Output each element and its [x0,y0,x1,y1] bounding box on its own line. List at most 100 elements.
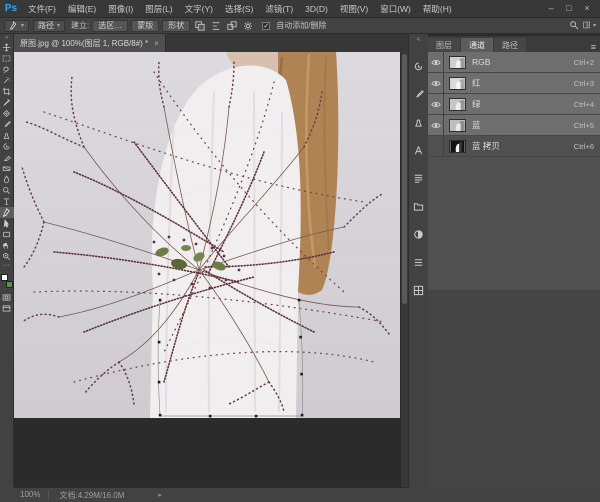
document-tab[interactable]: 原图.jpg @ 100%(图层 1, RGB/8#) * × [14,34,166,52]
visibility-toggle[interactable] [428,52,444,73]
channel-row-red[interactable]: 红 Ctrl+3 [428,73,600,94]
eye-icon [431,59,441,66]
make-shape-button[interactable]: 形状 [162,20,190,32]
spot-healing-brush-tool[interactable] [0,108,14,119]
path-selection-tool[interactable] [0,218,14,229]
paragraph-panel-button[interactable] [411,170,427,186]
menu-image[interactable]: 图像(I) [102,0,139,18]
crop-tool[interactable] [0,86,14,97]
pen-settings-button[interactable] [241,20,254,32]
edit-toolbar-button[interactable]: ··· [3,262,10,271]
quick-selection-tool[interactable] [0,75,14,86]
channel-row-blue-copy[interactable]: 蓝 拷贝 Ctrl+6 [428,136,600,157]
expand-panels-icon[interactable]: « [417,34,421,46]
tab-paths[interactable]: 路径 [494,38,526,52]
menu-help[interactable]: 帮助(H) [417,0,458,18]
channel-name: 绿 [472,98,574,110]
swatches-panel-button[interactable] [411,282,427,298]
channel-row-green[interactable]: 绿 Ctrl+4 [428,94,600,115]
close-button[interactable]: × [578,0,596,17]
type-tool[interactable] [0,196,14,207]
zoom-level-field[interactable]: 100% [14,490,49,500]
scrollbar-thumb[interactable] [402,54,407,304]
foreground-color-swatch[interactable] [1,274,8,281]
maximize-button[interactable]: □ [560,0,578,17]
search-button[interactable] [567,19,580,31]
tab-close-icon[interactable]: × [154,39,159,48]
channel-row-blue[interactable]: 蓝 Ctrl+5 [428,115,600,136]
adjustments-panel-button[interactable] [411,226,427,242]
menu-file[interactable]: 文件(F) [22,0,62,18]
tab-layers[interactable]: 图层 [428,38,460,52]
hand-tool[interactable] [0,240,14,251]
pen-tool[interactable] [0,207,14,218]
canvas-area[interactable] [14,52,408,487]
status-flyout-arrow-icon[interactable]: ▸ [158,491,162,499]
dodge-tool[interactable] [0,185,14,196]
channel-thumbnail [449,98,466,111]
menu-window[interactable]: 窗口(W) [374,0,417,18]
brush-tool[interactable] [0,119,14,130]
move-tool[interactable] [0,42,14,53]
path-arrangement-button[interactable] [225,20,238,32]
eyedropper-tool[interactable] [0,97,14,108]
chevron-down-icon: ▾ [21,22,24,29]
eye-icon [431,80,441,87]
menu-select[interactable]: 选择(S) [219,0,259,18]
menu-3d[interactable]: 3D(D) [299,0,334,18]
brush-panel-button[interactable] [411,86,427,102]
channel-row-rgb[interactable]: RGB Ctrl+2 [428,52,600,73]
visibility-toggle[interactable] [428,94,444,115]
menu-view[interactable]: 视图(V) [334,0,374,18]
make-selection-button[interactable]: 选区… [92,20,128,32]
minimize-button[interactable]: – [542,0,560,17]
auto-add-delete-checkbox[interactable]: ✓ [262,22,270,30]
gear-icon [243,21,253,31]
make-mask-button[interactable]: 蒙版 [131,20,159,32]
history-panel-button[interactable] [411,58,427,74]
vertical-scrollbar[interactable] [401,52,408,487]
quick-mask-button[interactable] [0,292,14,303]
panel-menu-icon[interactable]: ≡ [591,42,600,52]
menu-edit[interactable]: 编辑(E) [62,0,102,18]
status-bar: 100% 文档:4.29M/16.0M ▸ [14,487,408,502]
lasso-tool[interactable] [0,64,14,75]
menu-filter[interactable]: 滤镜(T) [259,0,299,18]
libraries-panel-button[interactable] [411,198,427,214]
menu-layer[interactable]: 图层(L) [139,0,178,18]
channel-shortcut: Ctrl+3 [574,79,600,88]
screen-mode-button[interactable] [0,303,14,314]
auto-add-delete-label: 自动添加/删除 [276,20,326,31]
toolbar-collapse-icon[interactable]: » [5,34,8,42]
eraser-tool[interactable] [0,152,14,163]
clone-stamp-tool[interactable] [0,130,14,141]
eye-icon [431,101,441,108]
history-brush-tool[interactable] [0,141,14,152]
zoom-tool[interactable] [0,251,14,262]
color-swatches [1,274,13,288]
path-operations-button[interactable] [193,20,206,32]
dock-empty-area [428,290,600,487]
visibility-toggle[interactable] [428,73,444,94]
character-panel-button[interactable] [411,142,427,158]
tab-channels[interactable]: 通道 [461,38,493,52]
marquee-tool[interactable] [0,53,14,64]
blur-tool[interactable] [0,174,14,185]
title-menu-bar: Ps 文件(F) 编辑(E) 图像(I) 图层(L) 文字(Y) 选择(S) 滤… [0,0,600,18]
document-tab-bar: 原图.jpg @ 100%(图层 1, RGB/8#) * × [14,34,408,52]
channel-name: 红 [472,77,574,89]
visibility-toggle[interactable] [428,115,444,136]
clone-source-panel-button[interactable] [411,114,427,130]
tool-preset-picker[interactable]: ▾ [4,20,29,32]
info-panel-button[interactable] [411,254,427,270]
background-color-swatch[interactable] [6,281,13,288]
gradient-tool[interactable] [0,163,14,174]
channel-shortcut: Ctrl+2 [574,58,600,67]
path-alignment-button[interactable] [209,20,222,32]
menu-type[interactable]: 文字(Y) [179,0,219,18]
photo-document[interactable] [14,52,400,418]
shape-tool[interactable] [0,229,14,240]
workspace-switcher[interactable]: ▾ [583,19,596,31]
visibility-toggle-off[interactable] [428,136,444,157]
pick-tool-mode-select[interactable]: 路径 ▾ [33,20,65,32]
